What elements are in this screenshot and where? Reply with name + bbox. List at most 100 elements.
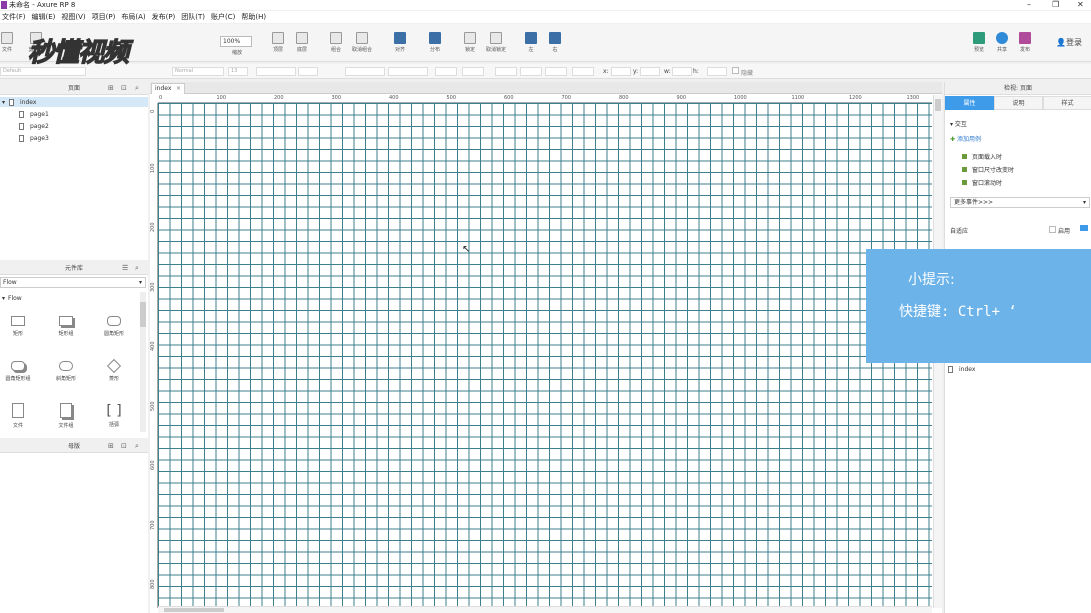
- bold-italic-underline[interactable]: [256, 67, 296, 76]
- search-icon[interactable]: ⌕: [135, 82, 139, 95]
- fill-color-button[interactable]: [435, 67, 457, 76]
- widget-rectangle[interactable]: 矩形: [0, 316, 38, 337]
- page-item-page2[interactable]: page2: [19, 123, 49, 130]
- library-select[interactable]: Flow ▾: [0, 277, 146, 288]
- menu-publish[interactable]: 发布(P): [152, 12, 176, 22]
- enable-checkbox[interactable]: [1049, 226, 1056, 233]
- menu-edit[interactable]: 编辑(E): [32, 12, 56, 22]
- interaction-section[interactable]: ▾ 交互: [950, 119, 967, 128]
- event-window-scroll[interactable]: 窗口滚动时: [962, 178, 1002, 187]
- menu-icon[interactable]: ☰: [122, 262, 128, 275]
- widget-file[interactable]: 文件: [0, 403, 38, 429]
- menu-team[interactable]: 团队(T): [181, 12, 205, 22]
- font-style-select[interactable]: Normal: [172, 67, 224, 76]
- widget-rounded-rectangle[interactable]: 圆角矩形: [94, 316, 134, 337]
- restore-button[interactable]: ❐: [1052, 0, 1059, 9]
- menu-help[interactable]: 帮助(H): [241, 12, 266, 22]
- event-window-resize[interactable]: 窗口尺寸改变时: [962, 165, 1014, 174]
- menu-project[interactable]: 项目(P): [92, 12, 116, 22]
- collapse-icon: ▾: [2, 98, 6, 106]
- widget-file-group[interactable]: 文件组: [46, 403, 86, 429]
- preview-button[interactable]: 预览: [971, 32, 987, 53]
- library-panel-title: 元件库: [64, 265, 83, 272]
- add-folder-icon[interactable]: ⊡: [121, 82, 127, 95]
- more-events-select[interactable]: 更多事件>>> ▾: [950, 197, 1090, 208]
- add-master-icon[interactable]: ⊞: [108, 440, 114, 453]
- page-tree-index[interactable]: index: [948, 366, 975, 373]
- plus-icon: ✚: [950, 136, 957, 143]
- pages-panel-title: 页面: [67, 85, 80, 92]
- add-case-link[interactable]: ✚ 添加用例: [950, 134, 981, 143]
- ruler-tick-label: 1100: [791, 95, 805, 101]
- page-item-page3[interactable]: page3: [19, 135, 49, 142]
- login-button[interactable]: 👤登录: [1052, 37, 1086, 48]
- line-style-button[interactable]: [545, 67, 567, 76]
- share-button[interactable]: 共享: [994, 32, 1010, 53]
- tab-style[interactable]: 样式: [1043, 96, 1091, 110]
- ruler-tick-label: 0: [159, 95, 163, 101]
- shadow-button[interactable]: [462, 67, 484, 76]
- y-input[interactable]: [640, 67, 660, 76]
- publish-button[interactable]: 发布: [1017, 32, 1033, 53]
- widget-diamond[interactable]: 菱形: [94, 358, 134, 382]
- widget-bevel-rectangle[interactable]: 斜角矩形: [46, 361, 86, 382]
- menu-account[interactable]: 账户(C): [211, 12, 235, 22]
- align-button[interactable]: 对齐: [391, 32, 409, 53]
- canvas-horizontal-scrollbar[interactable]: [158, 606, 932, 613]
- font-size-select[interactable]: 13: [228, 67, 248, 76]
- widget-rounded-rectangle-group[interactable]: 圆角矩形组: [0, 361, 38, 382]
- group-button[interactable]: 组合: [328, 32, 344, 53]
- lock-button[interactable]: 锁定: [462, 32, 478, 53]
- design-canvas-grid[interactable]: [158, 103, 932, 608]
- collapse-icon: ▾: [2, 295, 6, 302]
- pages-panel: 页面 ⊞ ⊡ ⌕ ▾ index page1 page2 page3: [0, 82, 148, 260]
- tab-notes[interactable]: 说明: [994, 96, 1043, 110]
- unlock-button[interactable]: 取消锁定: [484, 32, 508, 53]
- ungroup-button[interactable]: 取消组合: [350, 32, 374, 53]
- zoom-select[interactable]: 100%: [220, 36, 252, 47]
- align-icon: [394, 32, 406, 44]
- x-input[interactable]: [611, 67, 631, 76]
- right-panel-icon: [549, 32, 561, 44]
- library-scrollbar[interactable]: [140, 292, 146, 432]
- widget-bracket[interactable]: [ ] 括弧: [94, 403, 134, 428]
- ruler-tick-label: 1300: [906, 95, 920, 101]
- file-button[interactable]: 文件: [1, 32, 13, 53]
- left-panel-toggle[interactable]: 左: [524, 32, 538, 53]
- page-item-page1[interactable]: page1: [19, 111, 49, 118]
- h-input[interactable]: [707, 67, 727, 76]
- distribute-button[interactable]: 分布: [426, 32, 444, 53]
- line-width-button[interactable]: [520, 67, 542, 76]
- add-folder-icon[interactable]: ⊡: [121, 440, 127, 453]
- menu-view[interactable]: 视图(V): [61, 12, 85, 22]
- menu-layout[interactable]: 布局(A): [121, 12, 145, 22]
- vertical-align-buttons[interactable]: [388, 67, 428, 76]
- line-color-button[interactable]: [495, 67, 517, 76]
- close-button[interactable]: ✕: [1077, 0, 1084, 9]
- arrow-style-button[interactable]: [572, 67, 594, 76]
- send-to-back-button[interactable]: 底层: [294, 32, 310, 53]
- page-icon: [19, 135, 24, 142]
- tab-properties[interactable]: 属性: [945, 96, 994, 110]
- right-panel-toggle[interactable]: 右: [548, 32, 562, 53]
- event-page-load[interactable]: 页面载入时: [962, 152, 1002, 161]
- event-icon: [962, 167, 967, 172]
- add-page-icon[interactable]: ⊞: [108, 82, 114, 95]
- masters-panel: 母版 ⊞ ⊡ ⌕: [0, 440, 148, 613]
- library-group-flow[interactable]: ▾ Flow: [2, 295, 22, 302]
- minimize-button[interactable]: –: [1027, 0, 1031, 9]
- adaptive-settings-icon[interactable]: [1080, 225, 1088, 231]
- search-icon[interactable]: ⌕: [135, 440, 139, 453]
- menu-file[interactable]: 文件(F): [2, 12, 26, 22]
- text-align-buttons[interactable]: [345, 67, 385, 76]
- hide-checkbox[interactable]: [732, 67, 739, 74]
- w-input[interactable]: [672, 67, 692, 76]
- tab-index[interactable]: index ×: [151, 83, 185, 94]
- x-label: x:: [603, 68, 609, 75]
- bring-to-front-button[interactable]: 顶层: [270, 32, 286, 53]
- page-item-index[interactable]: ▾ index: [0, 97, 148, 107]
- font-color-button[interactable]: [298, 67, 318, 76]
- widget-rectangle-group[interactable]: 矩形组: [46, 316, 86, 337]
- close-tab-icon[interactable]: ×: [176, 84, 181, 94]
- search-icon[interactable]: ⌕: [135, 262, 139, 275]
